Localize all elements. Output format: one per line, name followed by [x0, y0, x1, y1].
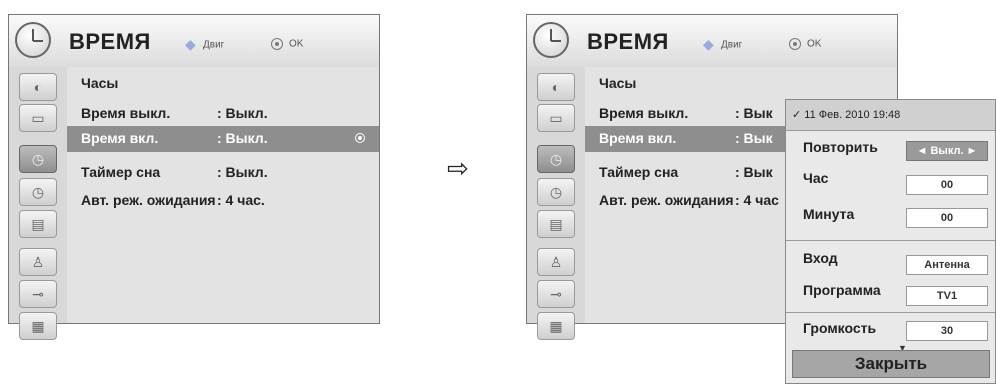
- divider: [786, 312, 995, 313]
- input-label: Вход: [803, 250, 838, 266]
- transition-arrow-icon: ⇨: [447, 153, 469, 183]
- clock-icon[interactable]: ◷: [537, 178, 575, 206]
- tv-icon[interactable]: ▭: [537, 104, 575, 132]
- menu-item-off-time[interactable]: Время выкл.: Вык: [599, 105, 773, 121]
- repeat-selector[interactable]: ◄ Выкл. ►: [906, 141, 988, 161]
- clock-icon: [533, 22, 569, 58]
- ok-icon: [789, 38, 801, 50]
- volume-field[interactable]: 30: [906, 321, 988, 341]
- clock-icon: [15, 22, 51, 58]
- navigate-icon: [185, 36, 199, 53]
- satellite-icon[interactable]: ◐: [19, 73, 57, 101]
- close-button[interactable]: Закрыть: [792, 350, 990, 378]
- menu-item-auto-standby[interactable]: Авт. реж. ожидания: 4 час.: [81, 192, 265, 208]
- menu-item-off-time[interactable]: Время выкл.: Выкл.: [81, 105, 268, 121]
- option-icon[interactable]: ▤: [19, 210, 57, 238]
- minute-field[interactable]: 00: [906, 208, 988, 228]
- program-label: Программа: [803, 282, 881, 298]
- on-time-popup: ✓ 11 Фев. 2010 19:48 Повторить ◄ Выкл. ►…: [785, 99, 996, 384]
- divider: [786, 240, 995, 241]
- clock-icon[interactable]: ◷: [19, 178, 57, 206]
- menu-title: ВРЕМЯ: [69, 29, 151, 54]
- menu-item-sleep-timer[interactable]: Таймер сна: Выкл.: [81, 164, 268, 180]
- navigate-icon: [703, 36, 717, 53]
- menu-item-auto-standby[interactable]: Авт. реж. ожидания: 4 час: [599, 192, 779, 208]
- usb-icon[interactable]: ▦: [537, 312, 575, 340]
- minute-label: Минута: [803, 206, 855, 222]
- ok-hint: OK: [271, 38, 303, 50]
- lock-icon[interactable]: ♙: [19, 248, 57, 276]
- ok-hint: OK: [789, 38, 821, 50]
- menu-item-sleep-timer[interactable]: Таймер сна: Вык: [599, 164, 773, 180]
- menu-content: Часы Время выкл.: Выкл. Время вкл.: Выкл…: [67, 67, 379, 323]
- clock-icon[interactable]: ◷: [19, 145, 57, 173]
- move-hint: Двиг: [703, 36, 742, 53]
- input-icon[interactable]: ⊸: [537, 280, 575, 308]
- menu-header: ВРЕМЯ Двиг OK: [527, 15, 897, 68]
- option-icon[interactable]: ▤: [537, 210, 575, 238]
- selected-radio-icon: [355, 133, 365, 143]
- ok-icon: [271, 38, 283, 50]
- hour-label: Час: [803, 170, 829, 186]
- category-sidebar: ◐ ▭ ◷ ◷ ▤ ♙ ⊸ ▦: [527, 67, 586, 340]
- usb-icon[interactable]: ▦: [19, 312, 57, 340]
- hour-field[interactable]: 00: [906, 175, 988, 195]
- volume-label: Громкость: [803, 320, 877, 336]
- tv-icon[interactable]: ▭: [19, 104, 57, 132]
- lock-icon[interactable]: ♙: [537, 248, 575, 276]
- menu-item-clock[interactable]: Часы: [81, 75, 118, 91]
- current-date-time: ✓ 11 Фев. 2010 19:48: [786, 100, 995, 131]
- input-field[interactable]: Антенна: [906, 255, 988, 275]
- menu-item-on-time[interactable]: Время вкл.: Выкл.: [67, 126, 379, 152]
- input-icon[interactable]: ⊸: [19, 280, 57, 308]
- repeat-label: Повторить: [803, 139, 878, 155]
- move-hint: Двиг: [185, 36, 224, 53]
- menu-title: ВРЕМЯ: [587, 29, 669, 54]
- menu-header: ВРЕМЯ Двиг OK: [9, 15, 379, 68]
- clock-icon[interactable]: ◷: [537, 145, 575, 173]
- menu-item-clock[interactable]: Часы: [599, 75, 636, 91]
- program-field[interactable]: TV1: [906, 286, 988, 306]
- time-menu-before: ВРЕМЯ Двиг OK ◐ ▭ ◷ ◷ ▤ ♙ ⊸ ▦ Часы Время…: [8, 14, 380, 340]
- category-sidebar: ◐ ▭ ◷ ◷ ▤ ♙ ⊸ ▦: [9, 67, 68, 340]
- satellite-icon[interactable]: ◐: [537, 73, 575, 101]
